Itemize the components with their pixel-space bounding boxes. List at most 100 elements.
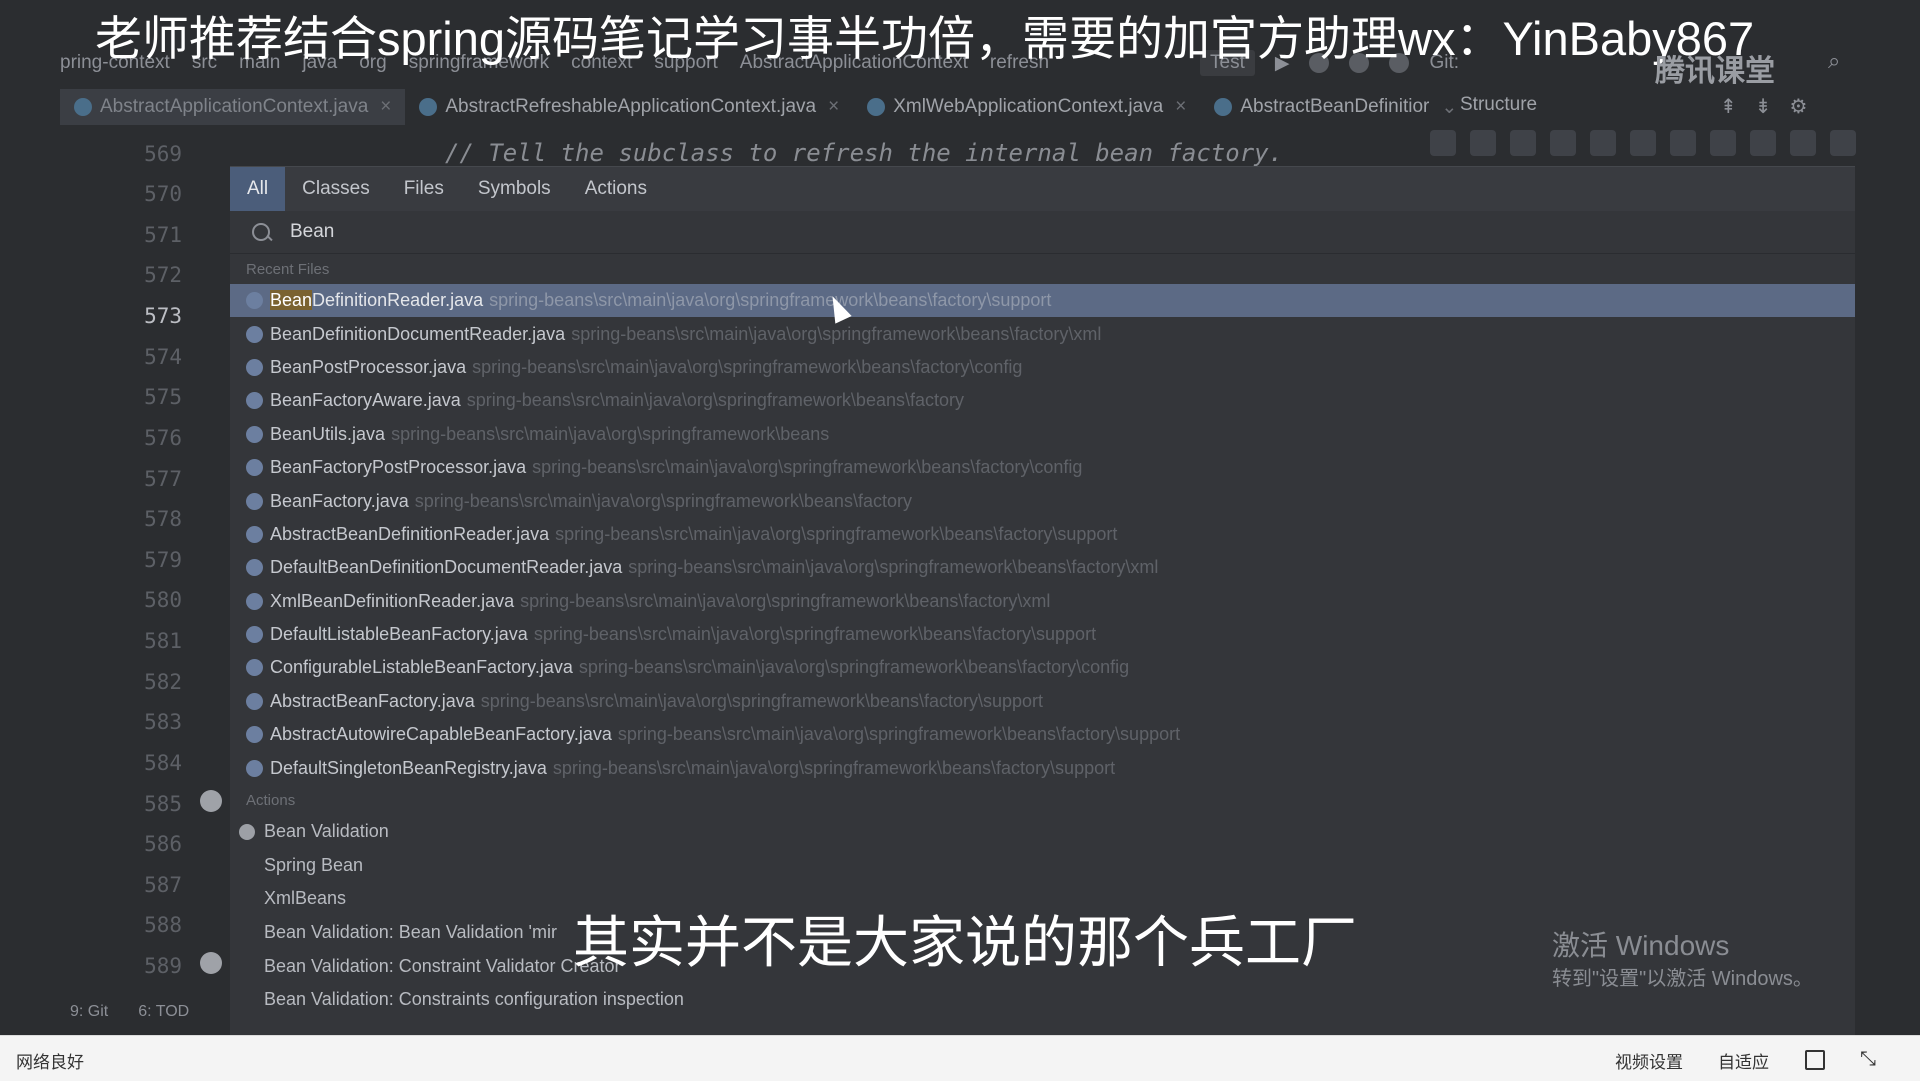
search-result-item[interactable]: AbstractBeanDefinitionReader.java spring…: [230, 518, 1855, 551]
class-icon: [246, 592, 263, 610]
tab-actions[interactable]: Actions: [568, 167, 664, 211]
search-icon[interactable]: ⌕: [1828, 48, 1840, 74]
sort-desc-icon[interactable]: [1510, 130, 1536, 156]
search-result-item[interactable]: DefaultSingletonBeanRegistry.java spring…: [230, 751, 1855, 784]
line-number: 577: [144, 467, 182, 491]
result-path: spring-beans\src\main\java\org\springfra…: [571, 323, 1102, 344]
result-path: spring-beans\src\main\java\org\springfra…: [489, 290, 1052, 311]
result-name: AbstractAutowireCapableBeanFactory.java: [270, 724, 612, 745]
gear-icon[interactable]: ⚙: [1790, 94, 1808, 119]
result-name: DefaultListableBeanFactory.java: [270, 624, 528, 645]
logo-watermark: 腾讯课堂: [1655, 55, 1775, 88]
info-icon[interactable]: [1630, 130, 1656, 156]
refresh-icon[interactable]: [1550, 130, 1576, 156]
fullscreen-exit-icon[interactable]: ⤡: [1860, 1048, 1876, 1071]
circle-icon[interactable]: [1750, 130, 1776, 156]
result-path: spring-beans\src\main\java\org\springfra…: [628, 557, 1159, 578]
chevron-down-icon[interactable]: ⌄: [1441, 96, 1457, 119]
search-result-item[interactable]: ConfigurableListableBeanFactory.java spr…: [230, 651, 1855, 684]
collapse-icon[interactable]: ⇟: [1755, 94, 1772, 119]
video-player-bar: 网络良好 视频设置 自适应 ⤡: [0, 1035, 1920, 1081]
line-number: 571: [144, 223, 182, 247]
fit-mode-button[interactable]: 自适应: [1718, 1048, 1769, 1073]
tab-xml-web-application-context[interactable]: XmlWebApplicationContext.java ×: [853, 89, 1200, 125]
interface-icon: [246, 325, 263, 343]
search-icon: [252, 223, 270, 241]
search-result-item[interactable]: BeanFactoryPostProcessor.java spring-bea…: [230, 451, 1855, 484]
breakpoint-icon[interactable]: [200, 790, 222, 812]
expand-icon[interactable]: ⇞: [1720, 94, 1737, 119]
search-result-item[interactable]: BeanFactoryAware.java spring-beans\src\m…: [230, 384, 1855, 417]
result-name: DefaultSingletonBeanRegistry.java: [270, 757, 547, 778]
action-label: Bean Validation: Constraints configurati…: [264, 989, 684, 1010]
tab-files[interactable]: Files: [387, 167, 461, 211]
settings-icon: [239, 823, 255, 840]
result-name: BeanFactoryAware.java: [270, 390, 461, 411]
network-status: 网络良好: [16, 1053, 84, 1072]
search-result-item[interactable]: DefaultListableBeanFactory.java spring-b…: [230, 618, 1855, 651]
tool-window-todo[interactable]: 6: TOD: [138, 1003, 189, 1021]
match-highlight: Bean: [270, 290, 313, 311]
tab-abstract-refreshable-application-context[interactable]: AbstractRefreshableApplicationContext.ja…: [405, 89, 853, 125]
actions-header: Actions: [246, 791, 296, 809]
tab-label: AbstractApplicationContext.java: [100, 96, 369, 117]
interface-icon: [246, 659, 263, 677]
branch-icon[interactable]: [1710, 130, 1736, 156]
anonymous-icon[interactable]: [1790, 130, 1816, 156]
line-number: 575: [144, 385, 182, 409]
windows-activation-hint: 转到"设置"以激活 Windows。: [1552, 968, 1813, 990]
abstract-class-icon: [246, 692, 263, 710]
tab-all[interactable]: All: [230, 167, 286, 211]
search-result-item[interactable]: BeanUtils.java spring-beans\src\main\jav…: [230, 418, 1855, 451]
sort-icon[interactable]: [1470, 130, 1496, 156]
result-name: XmlBeanDefinitionReader.java: [270, 590, 515, 611]
structure-panel-button[interactable]: Structure: [1460, 94, 1537, 116]
line-gutter: 569 570 571 572 573 574 575 576 577 578 …: [60, 130, 230, 1010]
search-result-item[interactable]: BeanFactory.java spring-beans\src\main\j…: [230, 484, 1855, 517]
result-path: spring-beans\src\main\java\org\springfra…: [555, 523, 1118, 544]
recent-files-header: Recent Files: [246, 261, 330, 278]
search-result-item[interactable]: AbstractAutowireCapableBeanFactory.java …: [230, 718, 1855, 751]
interface-icon: [246, 292, 263, 310]
result-name: BeanFactoryPostProcessor.java: [270, 457, 527, 478]
action-label: Bean Validation: [264, 821, 389, 842]
action-item[interactable]: Spring Bean: [230, 848, 1855, 882]
result-name-rest: DefinitionReader.java: [312, 290, 484, 311]
filter-icon[interactable]: [1430, 130, 1456, 156]
tab-classes[interactable]: Classes: [285, 167, 387, 211]
windows-activation-watermark: 激活 Windows: [1552, 930, 1730, 961]
search-result-item[interactable]: BeanPostProcessor.java spring-beans\src\…: [230, 351, 1855, 384]
filter-funnel-icon[interactable]: [1830, 130, 1856, 156]
close-icon[interactable]: ×: [828, 96, 839, 118]
search-result-item[interactable]: AbstractBeanFactory.java spring-beans\sr…: [230, 685, 1855, 718]
result-path: spring-beans\src\main\java\org\springfra…: [466, 390, 964, 411]
result-name-highlighted: BeanDefinitionReader.java: [270, 290, 483, 311]
close-icon[interactable]: ×: [380, 96, 391, 118]
search-input[interactable]: [288, 220, 1692, 244]
class-icon: [419, 98, 438, 116]
result-name: BeanDefinitionDocumentReader.java: [270, 323, 566, 344]
volume-icon[interactable]: [1805, 1050, 1825, 1070]
pin-icon[interactable]: [1590, 130, 1616, 156]
tab-symbols[interactable]: Symbols: [461, 167, 568, 211]
line-number: 572: [144, 263, 182, 287]
result-path: spring-beans\src\main\java\org\springfra…: [532, 457, 1083, 478]
close-icon[interactable]: ×: [1175, 96, 1186, 118]
line-number: 579: [144, 548, 182, 572]
search-result-item[interactable]: BeanDefinitionDocumentReader.java spring…: [230, 317, 1855, 350]
video-settings-button[interactable]: 视频设置: [1615, 1048, 1683, 1073]
search-result-item[interactable]: BeanDefinitionReader.java spring-beans\s…: [230, 284, 1855, 318]
breakpoint-icon[interactable]: [200, 952, 222, 974]
search-result-item[interactable]: XmlBeanDefinitionReader.java spring-bean…: [230, 585, 1855, 618]
action-label: XmlBeans: [264, 888, 347, 909]
line-number: 581: [144, 629, 182, 653]
tool-window-git[interactable]: 9: Git: [70, 1003, 108, 1021]
tab-abstract-bean-definition[interactable]: AbstractBeanDefinitior ⌄: [1200, 89, 1471, 125]
line-number: 587: [144, 873, 182, 897]
search-result-item[interactable]: DefaultBeanDefinitionDocumentReader.java…: [230, 551, 1855, 584]
field-icon[interactable]: [1670, 130, 1696, 156]
class-icon: [1214, 98, 1233, 116]
tab-abstract-application-context[interactable]: AbstractApplicationContext.java ×: [60, 89, 406, 125]
video-frame: pring-context src main java org springfr…: [0, 0, 1920, 1035]
action-item[interactable]: Bean Validation: [230, 815, 1855, 849]
